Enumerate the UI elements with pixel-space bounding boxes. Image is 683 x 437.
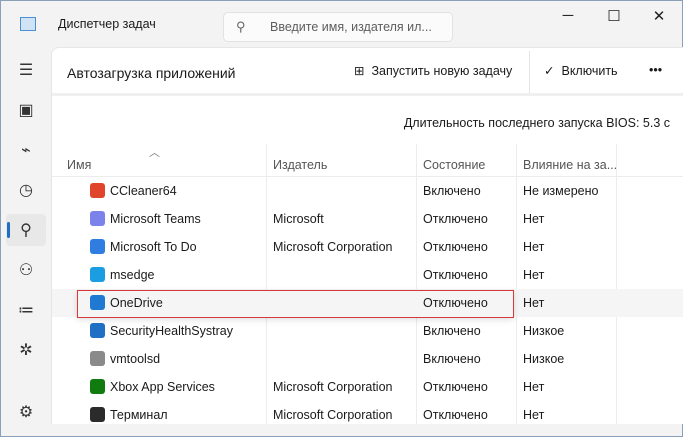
app-name: SecurityHealthSystray (110, 324, 233, 338)
app-status: Включено (423, 184, 481, 198)
active-indicator (7, 222, 10, 238)
table-row[interactable]: Xbox App Services Microsoft Corporation … (52, 373, 683, 401)
app-impact: Низкое (523, 324, 565, 338)
checkmark-icon: ✓ (544, 64, 555, 78)
app-publisher: Microsoft Corporation (273, 408, 393, 422)
bios-duration: Длительность последнего запуска BIOS: 5.… (403, 116, 670, 130)
app-name: vmtoolsd (110, 352, 161, 366)
new-task-icon: ⊞ (354, 64, 365, 78)
app-publisher: Microsoft (273, 212, 324, 226)
table-row[interactable]: Microsoft Teams Microsoft Отключено Нет (52, 205, 683, 233)
run-new-task-label: Запустить новую задачу (371, 63, 513, 78)
highlight-box (77, 290, 514, 318)
app-status: Включено (423, 324, 481, 338)
table-row[interactable]: Терминал Microsoft Corporation Отключено… (52, 401, 683, 429)
vmware-icon (90, 351, 105, 366)
app-impact: Нет (523, 240, 545, 254)
sort-ascending-icon: ︿ (149, 147, 160, 159)
app-status: Включено (423, 352, 481, 366)
run-new-task-button[interactable]: ⊞ Запустить новую задачу (354, 63, 513, 79)
column-header-impact[interactable]: Влияние на за... (523, 158, 617, 172)
maximize-button[interactable]: ☐ (599, 7, 629, 25)
terminal-icon (90, 407, 105, 422)
search-icon: ⚲ (236, 19, 246, 34)
todo-icon (90, 239, 105, 254)
app-status: Отключено (423, 268, 488, 282)
column-header-status[interactable]: Состояние (423, 158, 485, 172)
app-impact: Нет (523, 408, 545, 422)
window-title: Диспетчер задач (58, 17, 156, 31)
app-impact: Нет (523, 212, 545, 226)
startup-apps-icon[interactable]: ⚲ (6, 214, 46, 246)
table-row[interactable]: msedge Отключено Нет (52, 261, 683, 289)
app-impact: Нет (523, 380, 545, 394)
shield-icon (90, 323, 105, 338)
app-name: Microsoft To Do (110, 240, 197, 254)
close-button[interactable]: ✕ (644, 7, 674, 25)
app-history-icon[interactable]: ◷ (6, 174, 46, 206)
table-row[interactable]: Microsoft To Do Microsoft Corporation От… (52, 233, 683, 261)
processes-icon[interactable]: ▣ (6, 94, 46, 126)
command-bar: Автозагрузка приложений ⊞ Запустить нову… (52, 48, 683, 96)
edge-icon (90, 267, 105, 282)
app-name: Xbox App Services (110, 380, 215, 394)
enable-label: Включить (561, 63, 618, 78)
teams-icon (90, 211, 105, 226)
app-impact: Нет (523, 296, 545, 310)
task-manager-window: Диспетчер задач ⚲ Введите имя, издателя … (0, 0, 683, 437)
app-status: Отключено (423, 380, 488, 394)
app-impact: Нет (523, 268, 545, 282)
app-name: msedge (110, 268, 155, 282)
column-header-name[interactable]: Имя (67, 158, 91, 172)
column-header-publisher[interactable]: Издатель (273, 158, 327, 172)
ccleaner-icon (90, 183, 105, 198)
app-impact: Не измерено (523, 184, 599, 198)
app-status: Отключено (423, 240, 488, 254)
search-input[interactable]: ⚲ Введите имя, издателя ил... (223, 12, 453, 42)
app-name: CCleaner64 (110, 184, 177, 198)
page-title: Автозагрузка приложений (67, 65, 236, 81)
services-icon[interactable]: ✲ (6, 334, 46, 366)
table-row[interactable]: vmtoolsd Включено Низкое (52, 345, 683, 373)
app-impact: Низкое (523, 352, 565, 366)
minimize-button[interactable]: ─ (553, 7, 583, 24)
table-row[interactable]: CCleaner64 Включено Не измерено (52, 177, 683, 205)
task-manager-app-icon (20, 17, 36, 31)
app-publisher: Microsoft Corporation (273, 380, 393, 394)
settings-gear-icon[interactable]: ⚙ (6, 396, 46, 428)
app-status: Отключено (423, 408, 488, 422)
startup-apps-panel: Автозагрузка приложений ⊞ Запустить нову… (51, 47, 683, 425)
app-status: Отключено (423, 212, 488, 226)
table-row[interactable]: SecurityHealthSystray Включено Низкое (52, 317, 683, 345)
app-publisher: Microsoft Corporation (273, 240, 393, 254)
hamburger-menu-icon[interactable]: ☰ (6, 54, 46, 86)
search-placeholder: Введите имя, издателя ил... (270, 20, 432, 34)
users-icon[interactable]: ⚇ (6, 254, 46, 286)
enable-button[interactable]: ✓ Включить (544, 63, 618, 79)
details-icon[interactable]: ≔ (6, 294, 46, 326)
more-options-button[interactable]: ••• (649, 63, 662, 77)
app-name: Microsoft Teams (110, 212, 201, 226)
xbox-icon (90, 379, 105, 394)
divider (529, 51, 530, 93)
app-name: Терминал (110, 408, 168, 422)
performance-icon[interactable]: ⌁ (6, 134, 46, 166)
